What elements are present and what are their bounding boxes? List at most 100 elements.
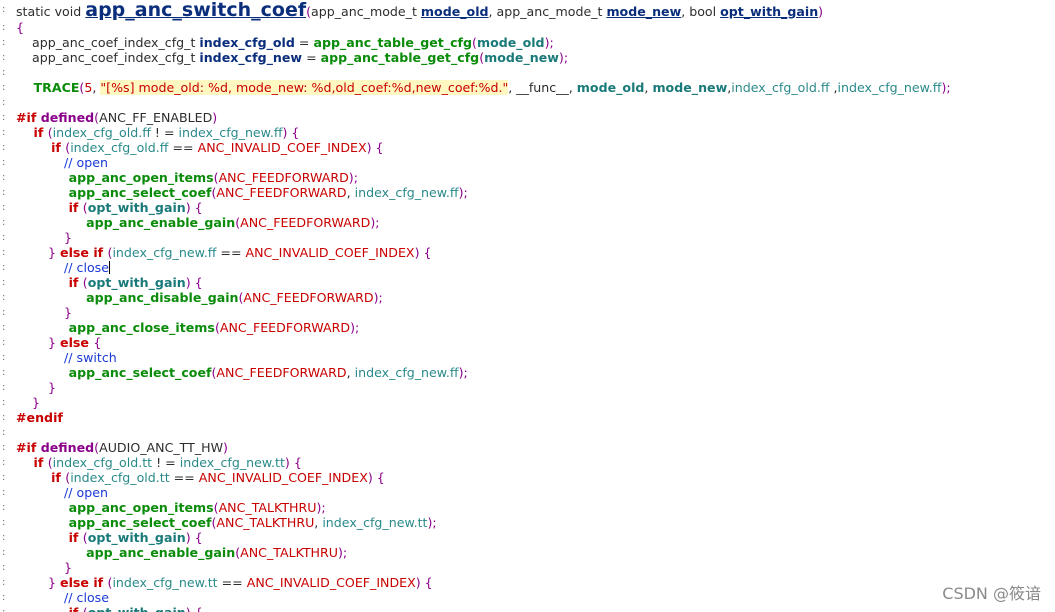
code-line[interactable]: : if (opt_with_gain) {	[0, 200, 1055, 215]
code-text: #endif	[16, 410, 63, 425]
code-token: // open	[16, 485, 108, 500]
code-line[interactable]: : }	[0, 305, 1055, 320]
gutter-marker: :	[2, 277, 6, 288]
code-line[interactable]: : }	[0, 230, 1055, 245]
code-line[interactable]: : } else if (index_cfg_new.ff == ANC_INV…	[0, 245, 1055, 260]
code-token: if	[16, 140, 66, 155]
code-token: ) {	[282, 125, 300, 140]
gutter-marker: :	[2, 382, 6, 393]
code-line[interactable]: : } else {	[0, 335, 1055, 350]
code-line[interactable]: :	[0, 425, 1055, 440]
gutter-marker: :	[2, 322, 6, 333]
code-token: ) {	[185, 200, 203, 215]
code-line[interactable]: : app_anc_select_coef(ANC_TALKTHRU, inde…	[0, 515, 1055, 530]
code-line[interactable]: : // switch	[0, 350, 1055, 365]
code-line[interactable]: : app_anc_open_items(ANC_TALKTHRU);	[0, 500, 1055, 515]
code-line[interactable]: : static void app_anc_switch_coef(app_anc…	[0, 0, 1055, 20]
code-token: app_anc_disable_gain	[16, 290, 239, 305]
code-line[interactable]: : if (index_cfg_old.ff ! = index_cfg_new…	[0, 125, 1055, 140]
code-line[interactable]: : app_anc_open_items(ANC_FEEDFORWARD);	[0, 170, 1055, 185]
code-line[interactable]: : // open	[0, 485, 1055, 500]
text-cursor	[108, 261, 110, 274]
code-text: app_anc_close_items(ANC_FEEDFORWARD);	[16, 320, 360, 335]
code-line[interactable]: : if (index_cfg_old.ff == ANC_INVALID_CO…	[0, 140, 1055, 155]
code-token: ==	[169, 470, 199, 485]
code-line[interactable]: :{	[0, 20, 1055, 35]
code-line[interactable]: : app_anc_select_coef(ANC_FEEDFORWARD, i…	[0, 365, 1055, 380]
code-line[interactable]: : #if defined(AUDIO_ANC_TT_HW)	[0, 440, 1055, 455]
code-token: index_cfg_new	[199, 50, 303, 65]
code-line[interactable]: : }	[0, 395, 1055, 410]
gutter-marker: :	[2, 67, 6, 78]
code-line[interactable]: : } else if (index_cfg_new.tt == ANC_INV…	[0, 575, 1055, 590]
code-token: ) {	[185, 530, 203, 545]
code-token: mode_old	[576, 80, 645, 95]
code-token: );	[316, 500, 326, 515]
code-line[interactable]: : app_anc_disable_gain(ANC_FEEDFORWARD);	[0, 290, 1055, 305]
code-line[interactable]: : if (opt_with_gain) {	[0, 530, 1055, 545]
code-token: app_anc_open_items	[16, 170, 214, 185]
code-token: ==	[168, 140, 198, 155]
code-line[interactable]: : if (index_cfg_old.tt ! = index_cfg_new…	[0, 455, 1055, 470]
code-line[interactable]: : app_anc_enable_gain(ANC_FEEDFORWARD);	[0, 215, 1055, 230]
code-token: TRACE	[16, 80, 80, 95]
code-token: if	[16, 470, 66, 485]
gutter-marker: :	[2, 502, 6, 513]
gutter-marker: :	[2, 367, 6, 378]
code-token: , __func__,	[508, 80, 577, 95]
code-editor[interactable]: : static void app_anc_switch_coef(app_anc…	[0, 0, 1055, 612]
code-text: if (opt_with_gain) {	[16, 530, 203, 545]
code-line[interactable]: : if (opt_with_gain) {	[0, 605, 1055, 612]
code-token: ANC_FF_ENABLED	[99, 110, 213, 125]
code-line[interactable]: : app_anc_coef_index_cfg_t index_cfg_old…	[0, 35, 1055, 50]
code-line[interactable]: : if (opt_with_gain) {	[0, 275, 1055, 290]
code-token: ANC_TALKTHRU	[218, 500, 317, 515]
code-text: // switch	[16, 350, 117, 365]
gutter-marker: :	[2, 52, 6, 63]
code-token: }	[16, 305, 73, 320]
watermark: CSDN @筱谙	[942, 584, 1041, 603]
code-line[interactable]: :	[0, 95, 1055, 110]
code-token: ) {	[284, 455, 302, 470]
code-line[interactable]: : // close	[0, 590, 1055, 605]
gutter-marker: :	[2, 4, 6, 15]
code-token: ! =	[152, 455, 180, 470]
code-text: } else if (index_cfg_new.tt == ANC_INVAL…	[16, 575, 433, 590]
code-token: index_cfg_new.ff	[178, 125, 283, 140]
code-line[interactable]: : // open	[0, 155, 1055, 170]
code-text: // close	[16, 590, 109, 605]
code-token: app_anc_close_items	[16, 320, 215, 335]
code-token: )	[212, 110, 218, 125]
code-token: opt_with_gain	[87, 530, 186, 545]
code-text: app_anc_open_items(ANC_TALKTHRU);	[16, 500, 326, 515]
code-line[interactable]: : }	[0, 560, 1055, 575]
code-line[interactable]: : app_anc_select_coef(ANC_FEEDFORWARD, i…	[0, 185, 1055, 200]
code-line[interactable]: : TRACE(5, "[%s] mode_old: %d, mode_new:…	[0, 80, 1055, 95]
code-token: app_anc_coef_index_cfg_t	[16, 35, 200, 50]
code-token: );	[350, 320, 360, 335]
code-token: index_cfg_new.tt	[322, 515, 428, 530]
code-text: app_anc_select_coef(ANC_FEEDFORWARD, ind…	[16, 185, 468, 200]
code-lines[interactable]: : static void app_anc_switch_coef(app_anc…	[0, 0, 1055, 612]
code-token: ,	[346, 365, 355, 380]
code-line[interactable]: : app_anc_coef_index_cfg_t index_cfg_new…	[0, 50, 1055, 65]
code-token: app_anc_open_items	[16, 500, 214, 515]
code-token: index_cfg_new.tt	[112, 575, 218, 590]
code-text: #if defined(AUDIO_ANC_TT_HW)	[16, 440, 228, 455]
code-token: app_anc_select_coef	[16, 365, 212, 380]
code-line[interactable]: : if (index_cfg_old.tt == ANC_INVALID_CO…	[0, 470, 1055, 485]
code-line[interactable]: : app_anc_enable_gain(ANC_TALKTHRU);	[0, 545, 1055, 560]
code-line[interactable]: : }	[0, 380, 1055, 395]
code-line[interactable]: : // close	[0, 260, 1055, 275]
code-token: index_cfg_old.tt	[70, 470, 170, 485]
code-token: if	[16, 530, 83, 545]
code-text: // close	[16, 260, 110, 275]
gutter-marker: :	[2, 547, 6, 558]
code-line[interactable]: : #if defined(ANC_FF_ENABLED)	[0, 110, 1055, 125]
code-token: opt_with_gain	[87, 275, 186, 290]
code-line[interactable]: : #endif	[0, 410, 1055, 425]
code-token: ANC_FEEDFORWARD	[240, 215, 371, 230]
code-line[interactable]: :	[0, 65, 1055, 80]
code-line[interactable]: : app_anc_close_items(ANC_FEEDFORWARD);	[0, 320, 1055, 335]
gutter-marker: :	[2, 562, 6, 573]
